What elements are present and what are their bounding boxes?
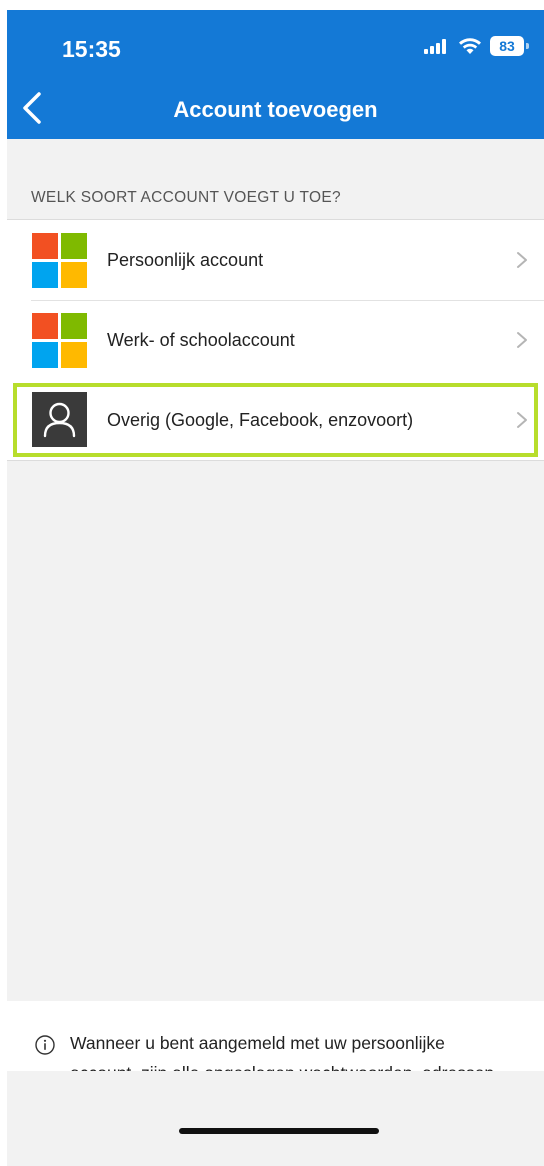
home-indicator-area	[7, 1071, 544, 1166]
app-header: 15:35 83 Account toevoegen	[7, 10, 544, 139]
list-item-other-account[interactable]: Overig (Google, Facebook, enzovoort)	[13, 383, 538, 457]
signal-icon	[424, 38, 450, 54]
cropped-caption-strip	[0, 0, 544, 10]
status-time: 15:35	[62, 36, 121, 62]
list-item-label: Overig (Google, Facebook, enzovoort)	[107, 410, 414, 430]
account-type-list: Persoonlijk account Werk- of schoolaccou…	[7, 219, 544, 461]
status-icons: 83	[424, 36, 529, 56]
section-label: WELK SOORT ACCOUNT VOEGT U TOE?	[31, 189, 341, 206]
battery-indicator: 83	[490, 36, 529, 56]
footer-info: Wanneer u bent aangemeld met uw persoonl…	[7, 1001, 544, 1166]
list-item-personal-account[interactable]: Persoonlijk account	[7, 220, 544, 300]
chevron-right-icon	[517, 412, 527, 428]
person-icon	[32, 392, 87, 447]
list-item-work-school-account[interactable]: Werk- of schoolaccount	[7, 300, 544, 380]
list-item-label: Werk- of schoolaccount	[107, 330, 295, 350]
home-indicator[interactable]	[179, 1128, 379, 1134]
list-item-label: Persoonlijk account	[107, 250, 264, 270]
info-icon	[35, 1035, 55, 1055]
chevron-right-icon	[517, 252, 527, 268]
page-title: Account toevoegen	[173, 97, 378, 122]
microsoft-logo-icon	[32, 233, 87, 288]
chevron-right-icon	[517, 332, 527, 348]
wifi-icon	[459, 38, 481, 54]
microsoft-logo-icon	[32, 313, 87, 368]
page: 15:35 83 Account toevoegen WELK SOORT AC…	[0, 0, 544, 1166]
content-area: WELK SOORT ACCOUNT VOEGT U TOE? Persoonl…	[7, 139, 544, 1001]
